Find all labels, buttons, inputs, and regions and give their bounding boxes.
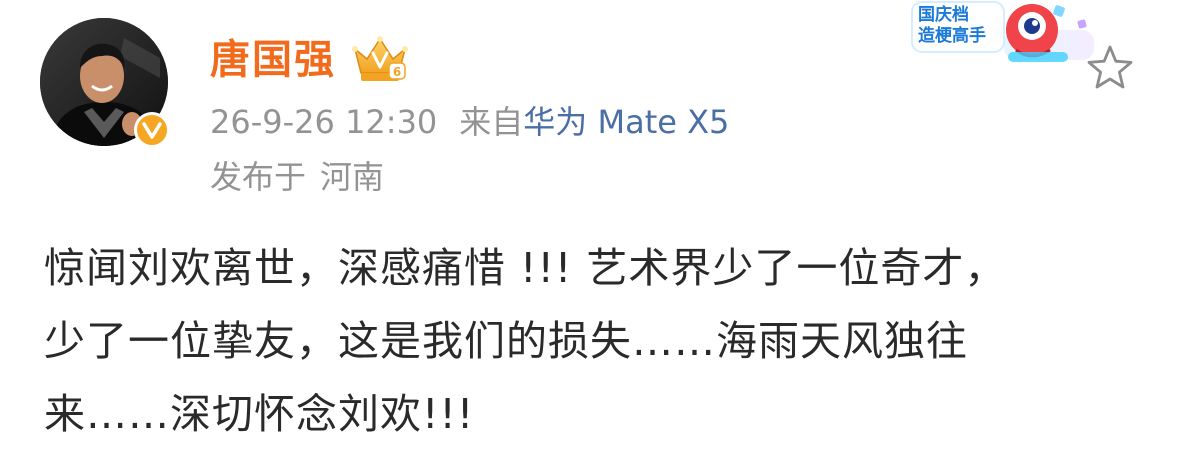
promo-line-1: 国庆档	[918, 5, 969, 25]
author-avatar-wrap[interactable]	[40, 18, 170, 148]
vip-crown-icon[interactable]: 6	[349, 33, 411, 85]
promo-line-2: 造梗高手	[918, 26, 986, 46]
post-meta: 26-9-26 12:30 来自华为 Mate X5	[210, 100, 729, 144]
svg-text:6: 6	[393, 65, 401, 79]
source-prefix: 来自	[459, 103, 524, 141]
star-outline-icon	[1087, 45, 1133, 89]
verified-v-icon	[134, 112, 170, 148]
source-device-link[interactable]: 华为 Mate X5	[523, 103, 729, 141]
post-body: 惊闻刘欢离世，深感痛惜 !!! 艺术界少了一位奇才， 少了一位挚友，这是我们的损…	[44, 232, 1124, 451]
post-timestamp[interactable]: 26-9-26 12:30	[210, 103, 437, 141]
post-body-line: 少了一位挚友，这是我们的损失……海雨天风独往	[44, 317, 968, 365]
author-name[interactable]: 唐国强	[210, 32, 336, 88]
post-location: 发布于 河南	[210, 155, 384, 199]
post-body-line: 来……深切怀念刘欢!!!	[44, 390, 475, 438]
favorite-star-button[interactable]	[1084, 42, 1136, 94]
post-body-line: 惊闻刘欢离世，深感痛惜 !!! 艺术界少了一位奇才，	[44, 244, 1007, 292]
promo-badge[interactable]: 国庆档 造梗高手	[908, 0, 1104, 68]
location-label: 发布于	[210, 158, 307, 196]
location-value: 河南	[320, 158, 385, 196]
